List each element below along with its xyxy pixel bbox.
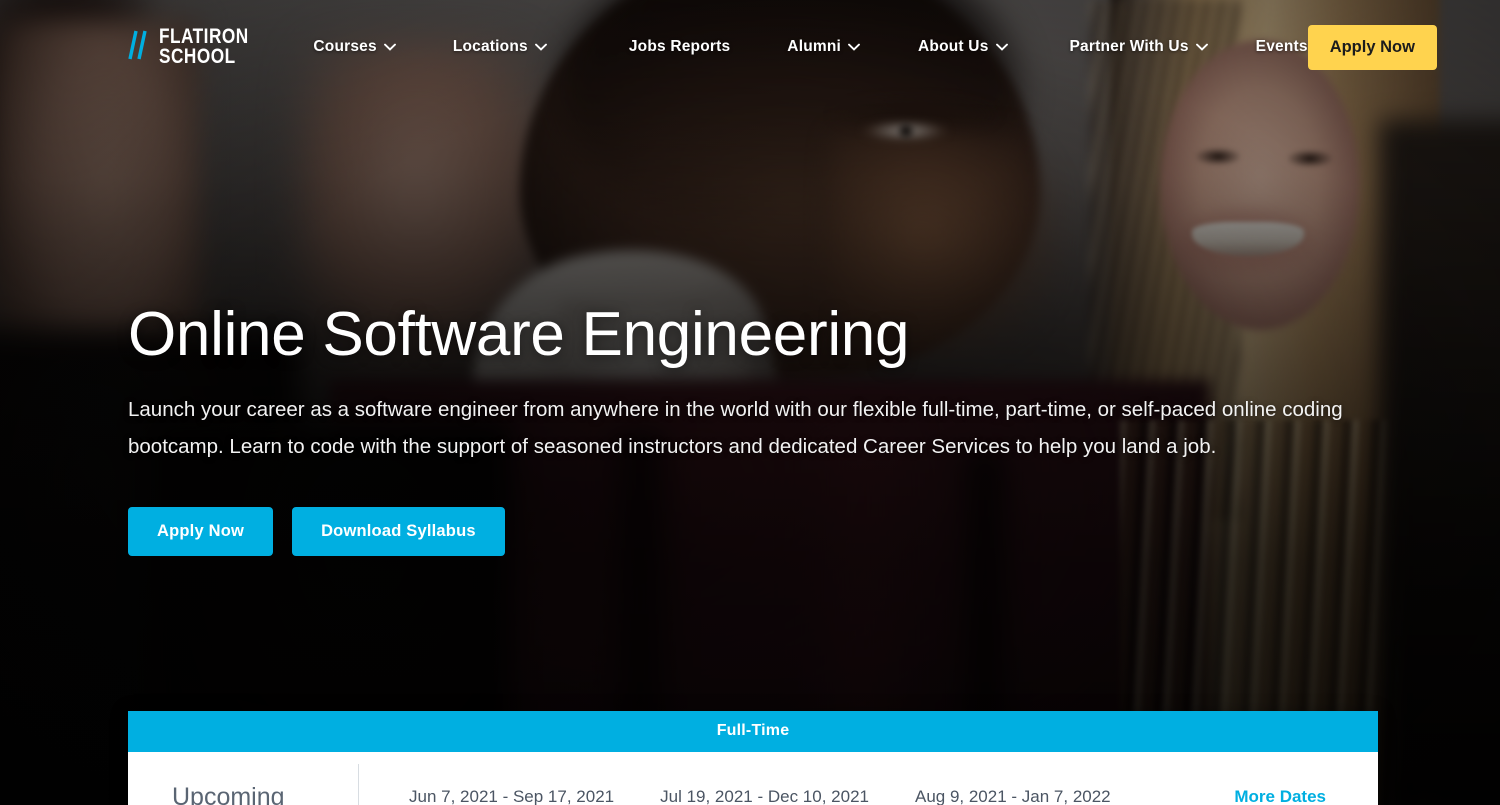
card-row-label: Upcoming [172, 783, 285, 805]
nav-item-about-us[interactable]: About Us [918, 38, 1008, 56]
nav-label-alumni: Alumni [787, 38, 842, 55]
chevron-down-icon [383, 38, 396, 56]
nav-item-events[interactable]: Events [1256, 38, 1308, 56]
hero-button-group: Apply Now Download Syllabus [128, 507, 1378, 556]
main-navigation: Courses Locations Jobs Reports Alumni Ab… [313, 38, 1307, 56]
date-option-3[interactable]: Aug 9, 2021 - Jan 7, 2022 [915, 787, 1111, 805]
hero-apply-now-button[interactable]: Apply Now [128, 507, 274, 556]
hero-description: Launch your career as a software enginee… [128, 398, 1343, 458]
more-dates-link[interactable]: More Dates [1234, 787, 1378, 805]
date-option-2[interactable]: Jul 19, 2021 - Dec 10, 2021 [660, 787, 869, 805]
date-list: Jun 7, 2021 - Sep 17, 2021 Jul 19, 2021 … [359, 787, 1378, 805]
chevron-down-icon [848, 38, 860, 56]
nav-item-locations[interactable]: Locations [453, 38, 547, 56]
page-title: Online Software Engineering [128, 300, 910, 369]
upcoming-dates-card: Full-Time Upcoming Jun 7, 2021 - Sep 17,… [128, 711, 1378, 805]
chevron-down-icon [995, 38, 1008, 56]
hero-section: Online Software Engineering Launch your … [128, 300, 1378, 556]
logo-slashes-icon [128, 30, 150, 65]
site-header: FLATIRON SCHOOL Courses Locations Jobs R… [0, 0, 1500, 94]
logo-wordmark: FLATIRON SCHOOL [159, 25, 249, 68]
date-option-1[interactable]: Jun 7, 2021 - Sep 17, 2021 [409, 787, 614, 805]
logo-line-1: FLATIRON [159, 25, 249, 48]
chevron-down-icon [1195, 38, 1208, 56]
nav-item-partner-with-us[interactable]: Partner With Us [1070, 38, 1208, 56]
card-body: Upcoming Jun 7, 2021 - Sep 17, 2021 Jul … [128, 752, 1378, 805]
page-root: FLATIRON SCHOOL Courses Locations Jobs R… [0, 0, 1500, 805]
nav-item-courses[interactable]: Courses [313, 38, 396, 56]
card-header-full-time: Full-Time [128, 711, 1378, 752]
nav-label-partner-with-us: Partner With Us [1069, 38, 1189, 55]
nav-item-alumni[interactable]: Alumni [787, 38, 860, 56]
download-syllabus-button[interactable]: Download Syllabus [292, 507, 505, 556]
nav-item-jobs-reports[interactable]: Jobs Reports [629, 38, 730, 56]
logo-line-2: SCHOOL [159, 45, 236, 68]
nav-label-jobs-reports: Jobs Reports [628, 38, 731, 55]
nav-label-about-us: About Us [918, 38, 989, 55]
nav-label-events: Events [1255, 38, 1308, 55]
logo[interactable]: FLATIRON SCHOOL [128, 25, 268, 68]
header-apply-now-button[interactable]: Apply Now [1307, 24, 1437, 70]
nav-label-locations: Locations [452, 38, 528, 55]
chevron-down-icon [534, 38, 547, 56]
nav-label-courses: Courses [313, 38, 377, 55]
